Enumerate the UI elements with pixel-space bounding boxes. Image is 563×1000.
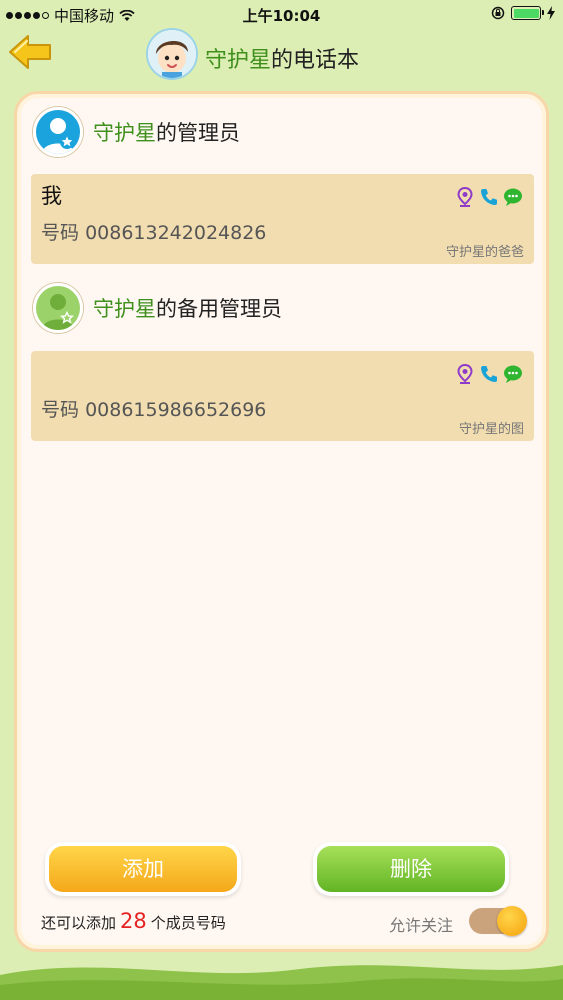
number-value: 008615986652696 (85, 399, 267, 421)
number-label: 号码 (41, 222, 80, 244)
contact-relation: 守护星的图 (458, 422, 524, 437)
chat-icon[interactable] (502, 186, 524, 208)
delete-button[interactable]: 删除 (317, 846, 505, 892)
header: 守护星的电话本 (0, 28, 563, 86)
allow-follow-label: 允许关注 (389, 916, 454, 935)
contact-name: 我 (41, 184, 62, 208)
contact-number: 号码 008615986652696 (41, 395, 266, 422)
backup-section-header: 守护星的备用管理员 (33, 282, 282, 334)
admin-section-name: 守护星 (93, 121, 156, 145)
contact-actions (454, 363, 524, 385)
status-time: 上午10:04 (242, 7, 321, 25)
remaining-members-note: 还可以添加 28 个成员号码 (41, 909, 226, 933)
charging-icon (547, 6, 555, 20)
backup-section-suffix: 的备用管理员 (156, 297, 282, 321)
contact-number: 号码 008613242024826 (41, 218, 266, 245)
phone-icon[interactable] (478, 363, 500, 385)
contact-actions (454, 186, 524, 208)
page-title: 守护星的电话本 (205, 42, 359, 74)
remaining-prefix: 还可以添加 (41, 914, 117, 932)
admin-contact[interactable]: 我 号码 008613242024826 守护星的爸爸 (31, 174, 534, 264)
allow-follow-toggle[interactable] (469, 906, 527, 936)
remaining-suffix: 个成员号码 (150, 914, 226, 932)
backup-section-name: 守护星 (93, 297, 156, 321)
back-arrow-icon[interactable] (6, 32, 54, 72)
status-bar: 中国移动 上午10:04 (0, 0, 563, 28)
chat-icon[interactable] (502, 363, 524, 385)
add-button[interactable]: 添加 (49, 846, 237, 892)
battery-icon (511, 6, 544, 20)
location-icon[interactable] (454, 186, 476, 208)
toggle-knob (497, 906, 527, 936)
page-title-name: 守护星 (205, 48, 272, 73)
phone-icon[interactable] (478, 186, 500, 208)
number-value: 008613242024826 (85, 222, 267, 244)
admin-section-header: 守护星的管理员 (33, 106, 240, 158)
number-label: 号码 (41, 399, 80, 421)
backup-admin-avatar-icon (33, 283, 83, 333)
backup-section-title: 守护星的备用管理员 (93, 293, 282, 323)
grass-decoration (0, 965, 563, 1000)
page-title-suffix: 的电话本 (271, 48, 360, 73)
location-icon[interactable] (454, 363, 476, 385)
remaining-count: 28 (120, 909, 147, 933)
rotation-lock-icon (491, 6, 505, 20)
child-avatar (146, 28, 198, 80)
admin-section-suffix: 的管理员 (156, 121, 240, 145)
admin-section-title: 守护星的管理员 (93, 117, 240, 147)
contact-relation: 守护星的爸爸 (445, 245, 524, 260)
phonebook-card: 守护星的管理员 我 号码 008613242024826 守护星的爸爸 守护星的… (14, 91, 549, 952)
admin-avatar-icon (33, 107, 83, 157)
status-right (491, 6, 555, 20)
backup-contact[interactable]: 号码 008615986652696 守护星的图 (31, 351, 534, 441)
